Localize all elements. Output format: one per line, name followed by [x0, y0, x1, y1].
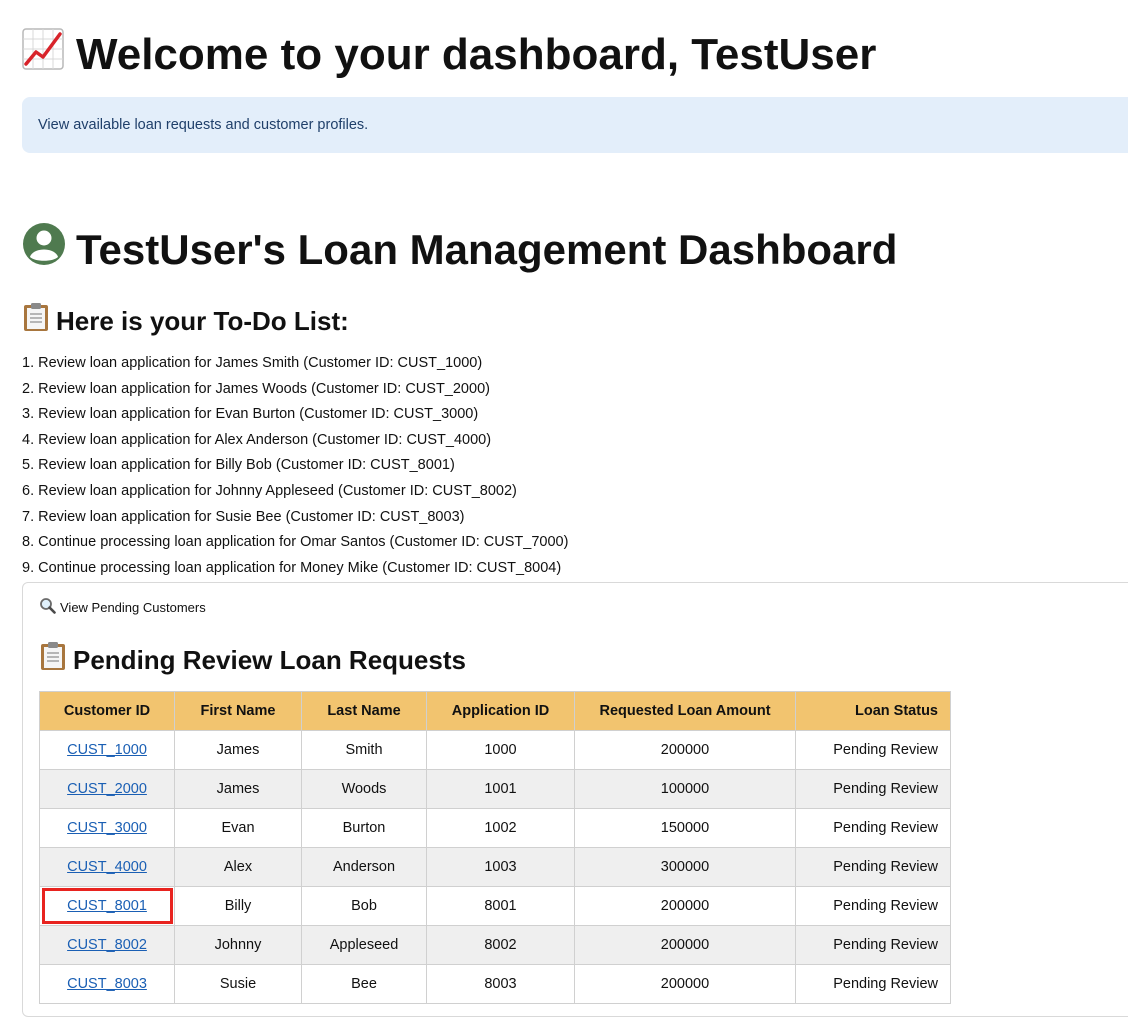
amount-cell: 200000	[574, 964, 796, 1004]
info-text: View available loan requests and custome…	[38, 117, 369, 133]
application-id-cell: 8003	[426, 964, 575, 1004]
table-row: CUST_8003 Susie Bee 8003 200000 Pending …	[39, 964, 951, 1004]
status-cell: Pending Review	[795, 925, 951, 965]
pending-loan-table: Customer ID First Name Last Name Applica…	[39, 691, 951, 1004]
todo-item: 7. Review loan application for Susie Bee…	[22, 508, 465, 525]
todo-item: 5. Review loan application for Billy Bob…	[22, 457, 455, 474]
first-name-cell: Susie	[174, 964, 302, 1004]
pending-customers-expander: View Pending Customers Pending Review Lo…	[22, 582, 1128, 1017]
customer-link[interactable]: CUST_8003	[67, 976, 147, 992]
table-row: CUST_2000 James Woods 1001 100000 Pendin…	[39, 769, 951, 809]
status-cell: Pending Review	[795, 808, 951, 848]
todo-item: 8. Continue processing loan application …	[22, 534, 569, 551]
welcome-title: Welcome to your dashboard, TestUser	[22, 28, 876, 82]
customer-link[interactable]: CUST_4000	[67, 859, 147, 875]
welcome-title-text: Welcome to your dashboard, TestUser	[76, 30, 877, 79]
expander-toggle[interactable]: View Pending Customers	[39, 597, 206, 617]
page: Welcome to your dashboard, TestUser View…	[0, 0, 1128, 1022]
last-name-cell: Woods	[301, 769, 427, 809]
user-avatar-icon	[22, 222, 66, 277]
amount-cell: 150000	[574, 808, 796, 848]
customer-id-cell: CUST_8002	[39, 925, 175, 965]
todo-item: 3. Review loan application for Evan Burt…	[22, 406, 479, 423]
application-id-cell: 1001	[426, 769, 575, 809]
amount-cell: 200000	[574, 730, 796, 770]
todo-item: 1. Review loan application for James Smi…	[22, 355, 483, 371]
last-name-cell: Smith	[301, 730, 427, 770]
last-name-cell: Bee	[301, 964, 427, 1004]
first-name-cell: James	[174, 769, 302, 809]
last-name-cell: Anderson	[301, 847, 427, 887]
column-header-loan-status: Loan Status	[795, 691, 951, 731]
first-name-cell: James	[174, 730, 302, 770]
last-name-cell: Appleseed	[301, 925, 427, 965]
customer-id-cell: CUST_8003	[39, 964, 175, 1004]
expander-label: View Pending Customers	[60, 599, 206, 615]
amount-cell: 200000	[574, 886, 796, 926]
table-header-row: Customer ID First Name Last Name Applica…	[39, 691, 951, 731]
dashboard-title-text: TestUser's Loan Management Dashboard	[76, 225, 898, 273]
dashboard-title: TestUser's Loan Management Dashboard	[22, 222, 897, 277]
column-header-first-name: First Name	[174, 691, 302, 731]
table-row: CUST_4000 Alex Anderson 1003 300000 Pend…	[39, 847, 951, 887]
todo-list: 1. Review loan application for James Smi…	[22, 351, 568, 581]
clipboard-icon	[39, 641, 67, 679]
status-cell: Pending Review	[795, 886, 951, 926]
todo-item: 6. Review loan application for Johnny Ap…	[22, 482, 517, 499]
customer-link[interactable]: CUST_1000	[67, 742, 147, 758]
chart-increasing-icon	[22, 28, 64, 82]
customer-id-cell-highlighted: CUST_8001	[39, 886, 175, 926]
amount-cell: 200000	[574, 925, 796, 965]
customer-id-cell: CUST_1000	[39, 730, 175, 770]
amount-cell: 100000	[574, 769, 796, 809]
last-name-cell: Bob	[301, 886, 427, 926]
status-cell: Pending Review	[795, 847, 951, 887]
pending-title-text: Pending Review Loan Requests	[73, 645, 466, 675]
application-id-cell: 8001	[426, 886, 575, 926]
status-cell: Pending Review	[795, 769, 951, 809]
application-id-cell: 1003	[426, 847, 575, 887]
status-cell: Pending Review	[795, 964, 951, 1004]
last-name-cell: Burton	[301, 808, 427, 848]
table-row: CUST_8002 Johnny Appleseed 8002 200000 P…	[39, 925, 951, 965]
customer-link[interactable]: CUST_2000	[67, 781, 147, 797]
customer-link[interactable]: CUST_3000	[67, 820, 147, 836]
todo-item: 9. Continue processing loan application …	[22, 559, 562, 576]
info-banner: View available loan requests and custome…	[22, 97, 1128, 153]
amount-cell: 300000	[574, 847, 796, 887]
application-id-cell: 1000	[426, 730, 575, 770]
table-row: CUST_3000 Evan Burton 1002 150000 Pendin…	[39, 808, 951, 848]
customer-link[interactable]: CUST_8001	[67, 898, 147, 914]
todo-item: 2. Review loan application for James Woo…	[22, 380, 490, 397]
column-header-customer-id: Customer ID	[39, 691, 175, 731]
application-id-cell: 1002	[426, 808, 575, 848]
customer-id-cell: CUST_4000	[39, 847, 175, 887]
todo-title-text: Here is your To-Do List:	[56, 306, 349, 336]
table-row: CUST_8001 Billy Bob 8001 200000 Pending …	[39, 886, 951, 926]
first-name-cell: Alex	[174, 847, 302, 887]
status-cell: Pending Review	[795, 730, 951, 770]
application-id-cell: 8002	[426, 925, 575, 965]
column-header-application-id: Application ID	[426, 691, 575, 731]
first-name-cell: Johnny	[174, 925, 302, 965]
customer-id-cell: CUST_2000	[39, 769, 175, 809]
table-row: CUST_1000 James Smith 1000 200000 Pendin…	[39, 730, 951, 770]
column-header-requested-amount: Requested Loan Amount	[574, 691, 796, 731]
todo-title: Here is your To-Do List:	[22, 302, 349, 340]
first-name-cell: Billy	[174, 886, 302, 926]
customer-link[interactable]: CUST_8002	[67, 937, 147, 953]
column-header-last-name: Last Name	[301, 691, 427, 731]
first-name-cell: Evan	[174, 808, 302, 848]
todo-item: 4. Review loan application for Alex Ande…	[22, 431, 492, 448]
pending-title: Pending Review Loan Requests	[39, 641, 466, 679]
clipboard-icon	[22, 302, 50, 340]
magnifying-glass-icon	[39, 597, 56, 617]
customer-id-cell: CUST_3000	[39, 808, 175, 848]
